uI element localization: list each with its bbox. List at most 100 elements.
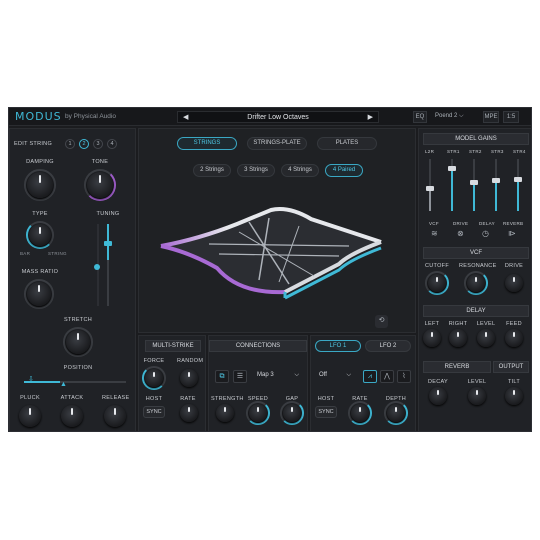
delay-left-knob[interactable]	[423, 329, 441, 347]
clock-icon[interactable]: ◷	[482, 229, 489, 238]
vcf-title: VCF	[423, 247, 529, 259]
output-tab[interactable]: OUTPUT	[493, 361, 529, 373]
damping-label: DAMPING	[26, 159, 54, 165]
preset-selector[interactable]: ◀ Drifter Low Octaves ▶	[177, 111, 379, 123]
triangle-wave-icon[interactable]: ⋀	[380, 370, 394, 383]
database-icon[interactable]: ☰	[233, 370, 247, 383]
tone-label: TONE	[91, 159, 109, 165]
mass-ratio-knob[interactable]	[27, 282, 51, 306]
mod-delay-label: DELAY	[479, 221, 495, 226]
reverb-tilt-knob[interactable]	[505, 387, 523, 405]
chevron-down-icon: ⌵	[294, 372, 299, 378]
lfo-1-tab[interactable]: LFO 1	[315, 340, 361, 352]
eq-button[interactable]: EQ	[413, 111, 427, 123]
tab-3-strings[interactable]: 3 Strings	[237, 164, 275, 177]
rotate-view-icon[interactable]: ⟲	[375, 315, 388, 328]
gain-handle-str1[interactable]	[448, 166, 456, 171]
tab-strings[interactable]: STRINGS	[177, 137, 237, 150]
stretch-knob[interactable]	[66, 330, 90, 354]
app-logo: MODUS	[15, 110, 62, 123]
gain-fill-str4	[517, 179, 519, 211]
delay-level-knob[interactable]	[477, 329, 495, 347]
pluck-label: PLUCK	[20, 395, 40, 401]
lfo-panel: LFO 1 LFO 2 Off ⌵ ⩘ ⋀ ⌇ HOST SYNC RATE D…	[310, 335, 416, 431]
lfo-sync-button[interactable]: SYNC	[315, 406, 337, 418]
next-preset-icon[interactable]: ▶	[368, 113, 373, 121]
lfo-mode-select[interactable]: Off ⌵	[315, 370, 353, 382]
saw-wave-icon[interactable]: ⩘	[363, 370, 377, 383]
tuning-handle[interactable]	[104, 241, 112, 246]
release-knob[interactable]	[104, 405, 126, 427]
gain-handle-str3[interactable]	[492, 178, 500, 183]
mpe-button[interactable]: MPE	[483, 111, 499, 123]
drive-label: DRIVE	[504, 263, 524, 269]
reverb-decay-knob[interactable]	[429, 387, 447, 405]
map-select[interactable]: Map 3 ⌵	[253, 370, 301, 382]
resonance-knob[interactable]	[467, 274, 485, 292]
type-knob[interactable]	[29, 224, 51, 246]
attack-knob[interactable]	[61, 405, 83, 427]
random-knob[interactable]	[180, 369, 198, 387]
tab-4-strings[interactable]: 4 Strings	[281, 164, 319, 177]
force-knob[interactable]	[145, 369, 163, 387]
mod-reverb-label: REVERB	[503, 221, 524, 226]
filter-icon[interactable]: ≋	[431, 229, 438, 238]
gain-fill-str3	[495, 180, 497, 211]
string-2-button[interactable]: 2	[79, 139, 89, 149]
app-subtitle: by Physical Audio	[65, 113, 116, 120]
reverb-icon[interactable]: ⧐	[508, 229, 516, 238]
lfo-2-tab[interactable]: LFO 2	[365, 340, 411, 352]
position-label: POSITION	[63, 365, 93, 371]
reverb-tab[interactable]: REVERB	[423, 361, 491, 373]
reverb-decay-label: DECAY	[427, 379, 449, 385]
effects-panel: MODEL GAINS L2R STR1 STR2 STR3 STR4 VCF DRIV…	[418, 128, 531, 431]
preset-slot-select[interactable]: Poend 2 ⌵	[431, 111, 475, 123]
damping-knob[interactable]	[27, 172, 53, 198]
delay-right-knob[interactable]	[449, 329, 467, 347]
tab-plates[interactable]: PLATES	[317, 137, 377, 150]
string-1-button[interactable]: 1	[65, 139, 75, 149]
position-handle[interactable]: ▲	[60, 381, 67, 388]
type-bar-label: BAR	[20, 251, 31, 256]
gain-handle-l2r[interactable]	[426, 186, 434, 191]
gain-fill-str1	[451, 168, 453, 211]
reverb-level-knob[interactable]	[468, 387, 486, 405]
lfo-mode-label: Off	[319, 372, 327, 378]
ms-host-label: HOST	[145, 396, 163, 402]
delay-level-label: LEVEL	[476, 321, 496, 327]
drive-knob[interactable]	[505, 274, 523, 292]
tab-2-strings[interactable]: 2 Strings	[193, 164, 231, 177]
delay-right-label: RIGHT	[448, 321, 468, 327]
cutoff-label: CUTOFF	[424, 263, 449, 269]
strength-knob[interactable]	[216, 404, 234, 422]
model-gains-title: MODEL GAINS	[423, 133, 529, 145]
lfo-rate-knob[interactable]	[351, 404, 369, 422]
cutoff-knob[interactable]	[428, 274, 446, 292]
string-3-button[interactable]: 3	[93, 139, 103, 149]
speed-knob[interactable]	[249, 404, 267, 422]
pluck-knob[interactable]	[19, 405, 41, 427]
gain-handle-str4[interactable]	[514, 177, 522, 182]
multi-strike-panel: MULTI-STRIKE FORCE RANDOM HOST SYNC RATE	[138, 335, 206, 431]
gain-fill-str2	[473, 182, 475, 211]
strength-label: STRENGTH	[211, 396, 244, 402]
ratio-button[interactable]: 1:5	[503, 111, 519, 123]
gap-knob[interactable]	[283, 404, 301, 422]
tab-4-paired[interactable]: 4 Paired	[325, 164, 363, 177]
gain-label-l2r: L2R	[425, 149, 435, 154]
connection-shape-icon[interactable]: ⧉	[215, 370, 229, 383]
gain-handle-str2[interactable]	[470, 180, 478, 185]
delay-feed-knob[interactable]	[505, 329, 523, 347]
tone-knob[interactable]	[87, 172, 113, 198]
drive-icon[interactable]: ⊗	[457, 229, 464, 238]
string-4-button[interactable]: 4	[107, 139, 117, 149]
string-model-visualization	[160, 207, 382, 300]
tab-strings-plate[interactable]: STRINGS-PLATE	[247, 137, 307, 150]
lfo-host-label: HOST	[317, 396, 335, 402]
mod-vcf-label: VCF	[429, 221, 439, 226]
ms-rate-knob[interactable]	[180, 404, 198, 422]
ms-sync-button[interactable]: SYNC	[143, 406, 165, 418]
tuning-position-dot[interactable]	[94, 264, 100, 270]
random-wave-icon[interactable]: ⌇	[397, 370, 411, 383]
lfo-depth-knob[interactable]	[387, 404, 405, 422]
